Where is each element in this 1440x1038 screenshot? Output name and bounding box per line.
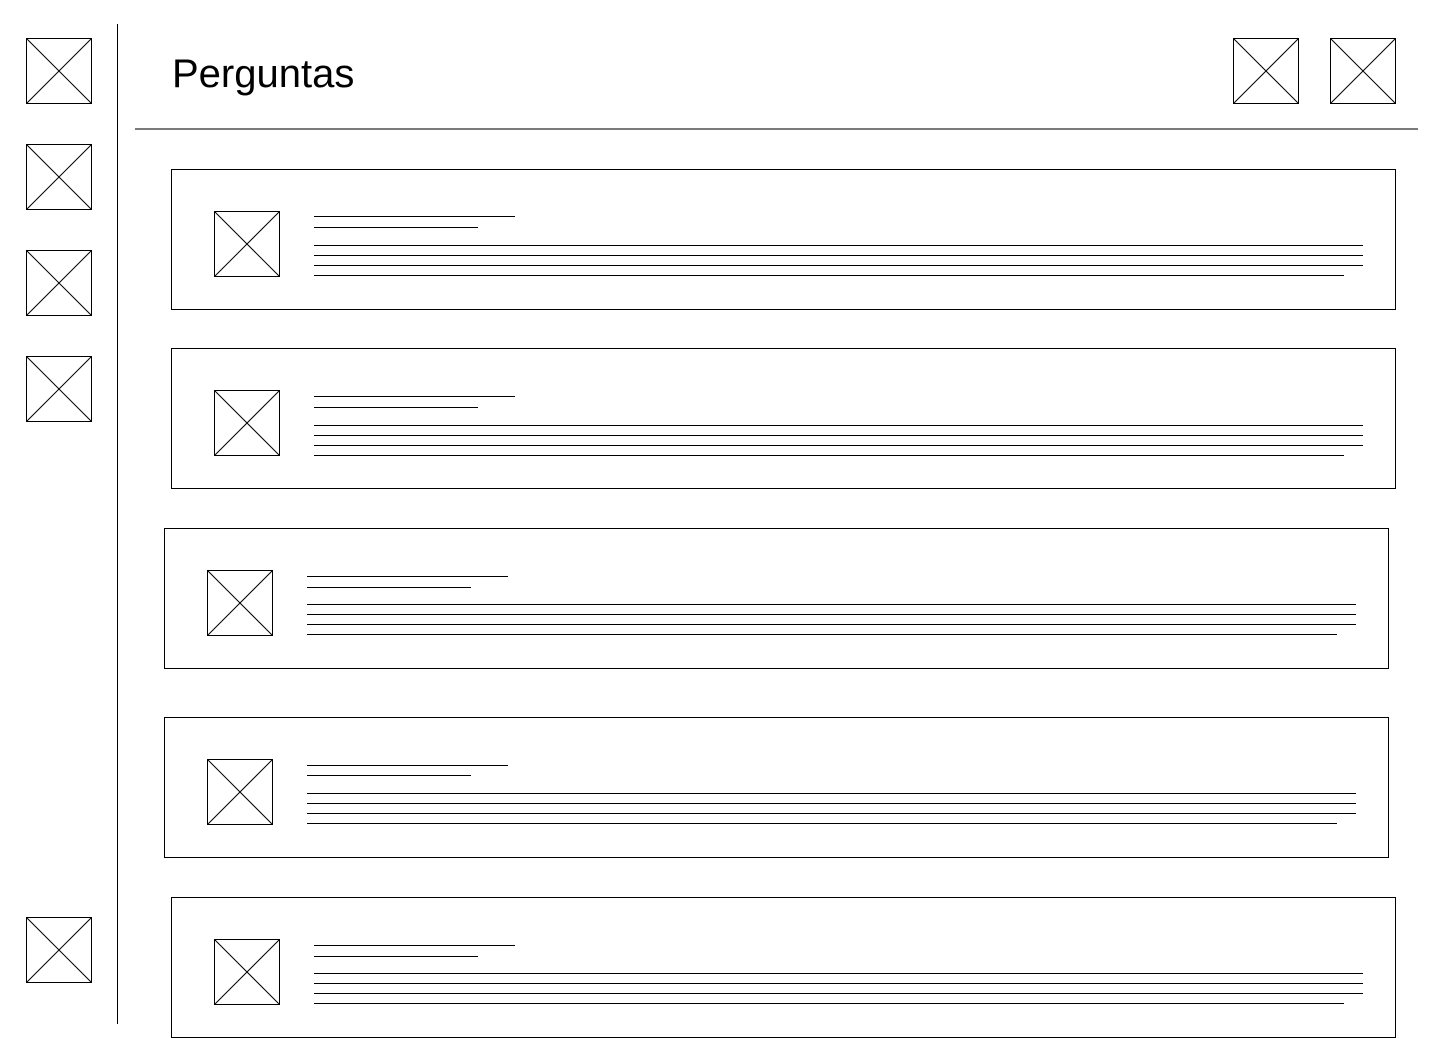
question-card[interactable] — [164, 528, 1389, 669]
question-text-line — [307, 634, 1337, 635]
question-text-line — [314, 973, 1363, 974]
question-thumbnail — [214, 390, 280, 456]
image-placeholder-icon — [27, 357, 91, 421]
question-text-line — [314, 983, 1363, 984]
question-title-line — [314, 216, 515, 217]
question-subtitle-line — [314, 956, 478, 957]
page-title: Perguntas — [172, 52, 355, 96]
sidebar-item-3[interactable] — [26, 250, 92, 316]
question-subtitle-line — [314, 407, 478, 408]
image-placeholder-icon — [27, 39, 91, 103]
image-placeholder-icon — [27, 145, 91, 209]
image-placeholder-icon — [215, 391, 279, 455]
question-text-line — [314, 445, 1363, 446]
question-title-line — [307, 765, 508, 766]
header-action-button-1[interactable] — [1233, 38, 1299, 104]
question-text-line — [307, 624, 1356, 625]
question-thumbnail — [214, 939, 280, 1005]
question-text-line — [307, 793, 1356, 794]
question-title-line — [314, 396, 515, 397]
question-card[interactable] — [171, 897, 1396, 1038]
question-text-line — [307, 604, 1356, 605]
question-text-line — [314, 245, 1363, 246]
question-title-line — [307, 576, 508, 577]
question-text-line — [307, 803, 1356, 804]
sidebar-item-1[interactable] — [26, 38, 92, 104]
question-text-line — [307, 823, 1337, 824]
question-text-line — [307, 813, 1356, 814]
image-placeholder-icon — [215, 940, 279, 1004]
question-text-line — [314, 435, 1363, 436]
header-divider — [135, 128, 1418, 130]
sidebar-item-2[interactable] — [26, 144, 92, 210]
question-title-line — [314, 945, 515, 946]
question-text-line — [314, 455, 1344, 456]
question-text-line — [307, 614, 1356, 615]
question-subtitle-line — [307, 587, 471, 588]
image-placeholder-icon — [208, 571, 272, 635]
sidebar-item-4[interactable] — [26, 356, 92, 422]
header-action-button-2[interactable] — [1330, 38, 1396, 104]
question-thumbnail — [214, 211, 280, 277]
image-placeholder-icon — [208, 760, 272, 824]
question-text-line — [314, 255, 1363, 256]
question-card[interactable] — [171, 169, 1396, 310]
sidebar-divider — [117, 24, 118, 1024]
question-text-line — [314, 265, 1363, 266]
image-placeholder-icon — [27, 251, 91, 315]
question-card[interactable] — [164, 717, 1389, 858]
question-subtitle-line — [314, 227, 478, 228]
question-text-line — [314, 425, 1363, 426]
image-placeholder-icon — [27, 918, 91, 982]
question-text-line — [314, 993, 1363, 994]
image-placeholder-icon — [1331, 39, 1395, 103]
question-text-line — [314, 1003, 1344, 1004]
image-placeholder-icon — [215, 212, 279, 276]
sidebar-item-bottom[interactable] — [26, 917, 92, 983]
image-placeholder-icon — [1234, 39, 1298, 103]
question-thumbnail — [207, 759, 273, 825]
question-thumbnail — [207, 570, 273, 636]
question-card[interactable] — [171, 348, 1396, 489]
question-subtitle-line — [307, 775, 471, 776]
question-text-line — [314, 275, 1344, 276]
